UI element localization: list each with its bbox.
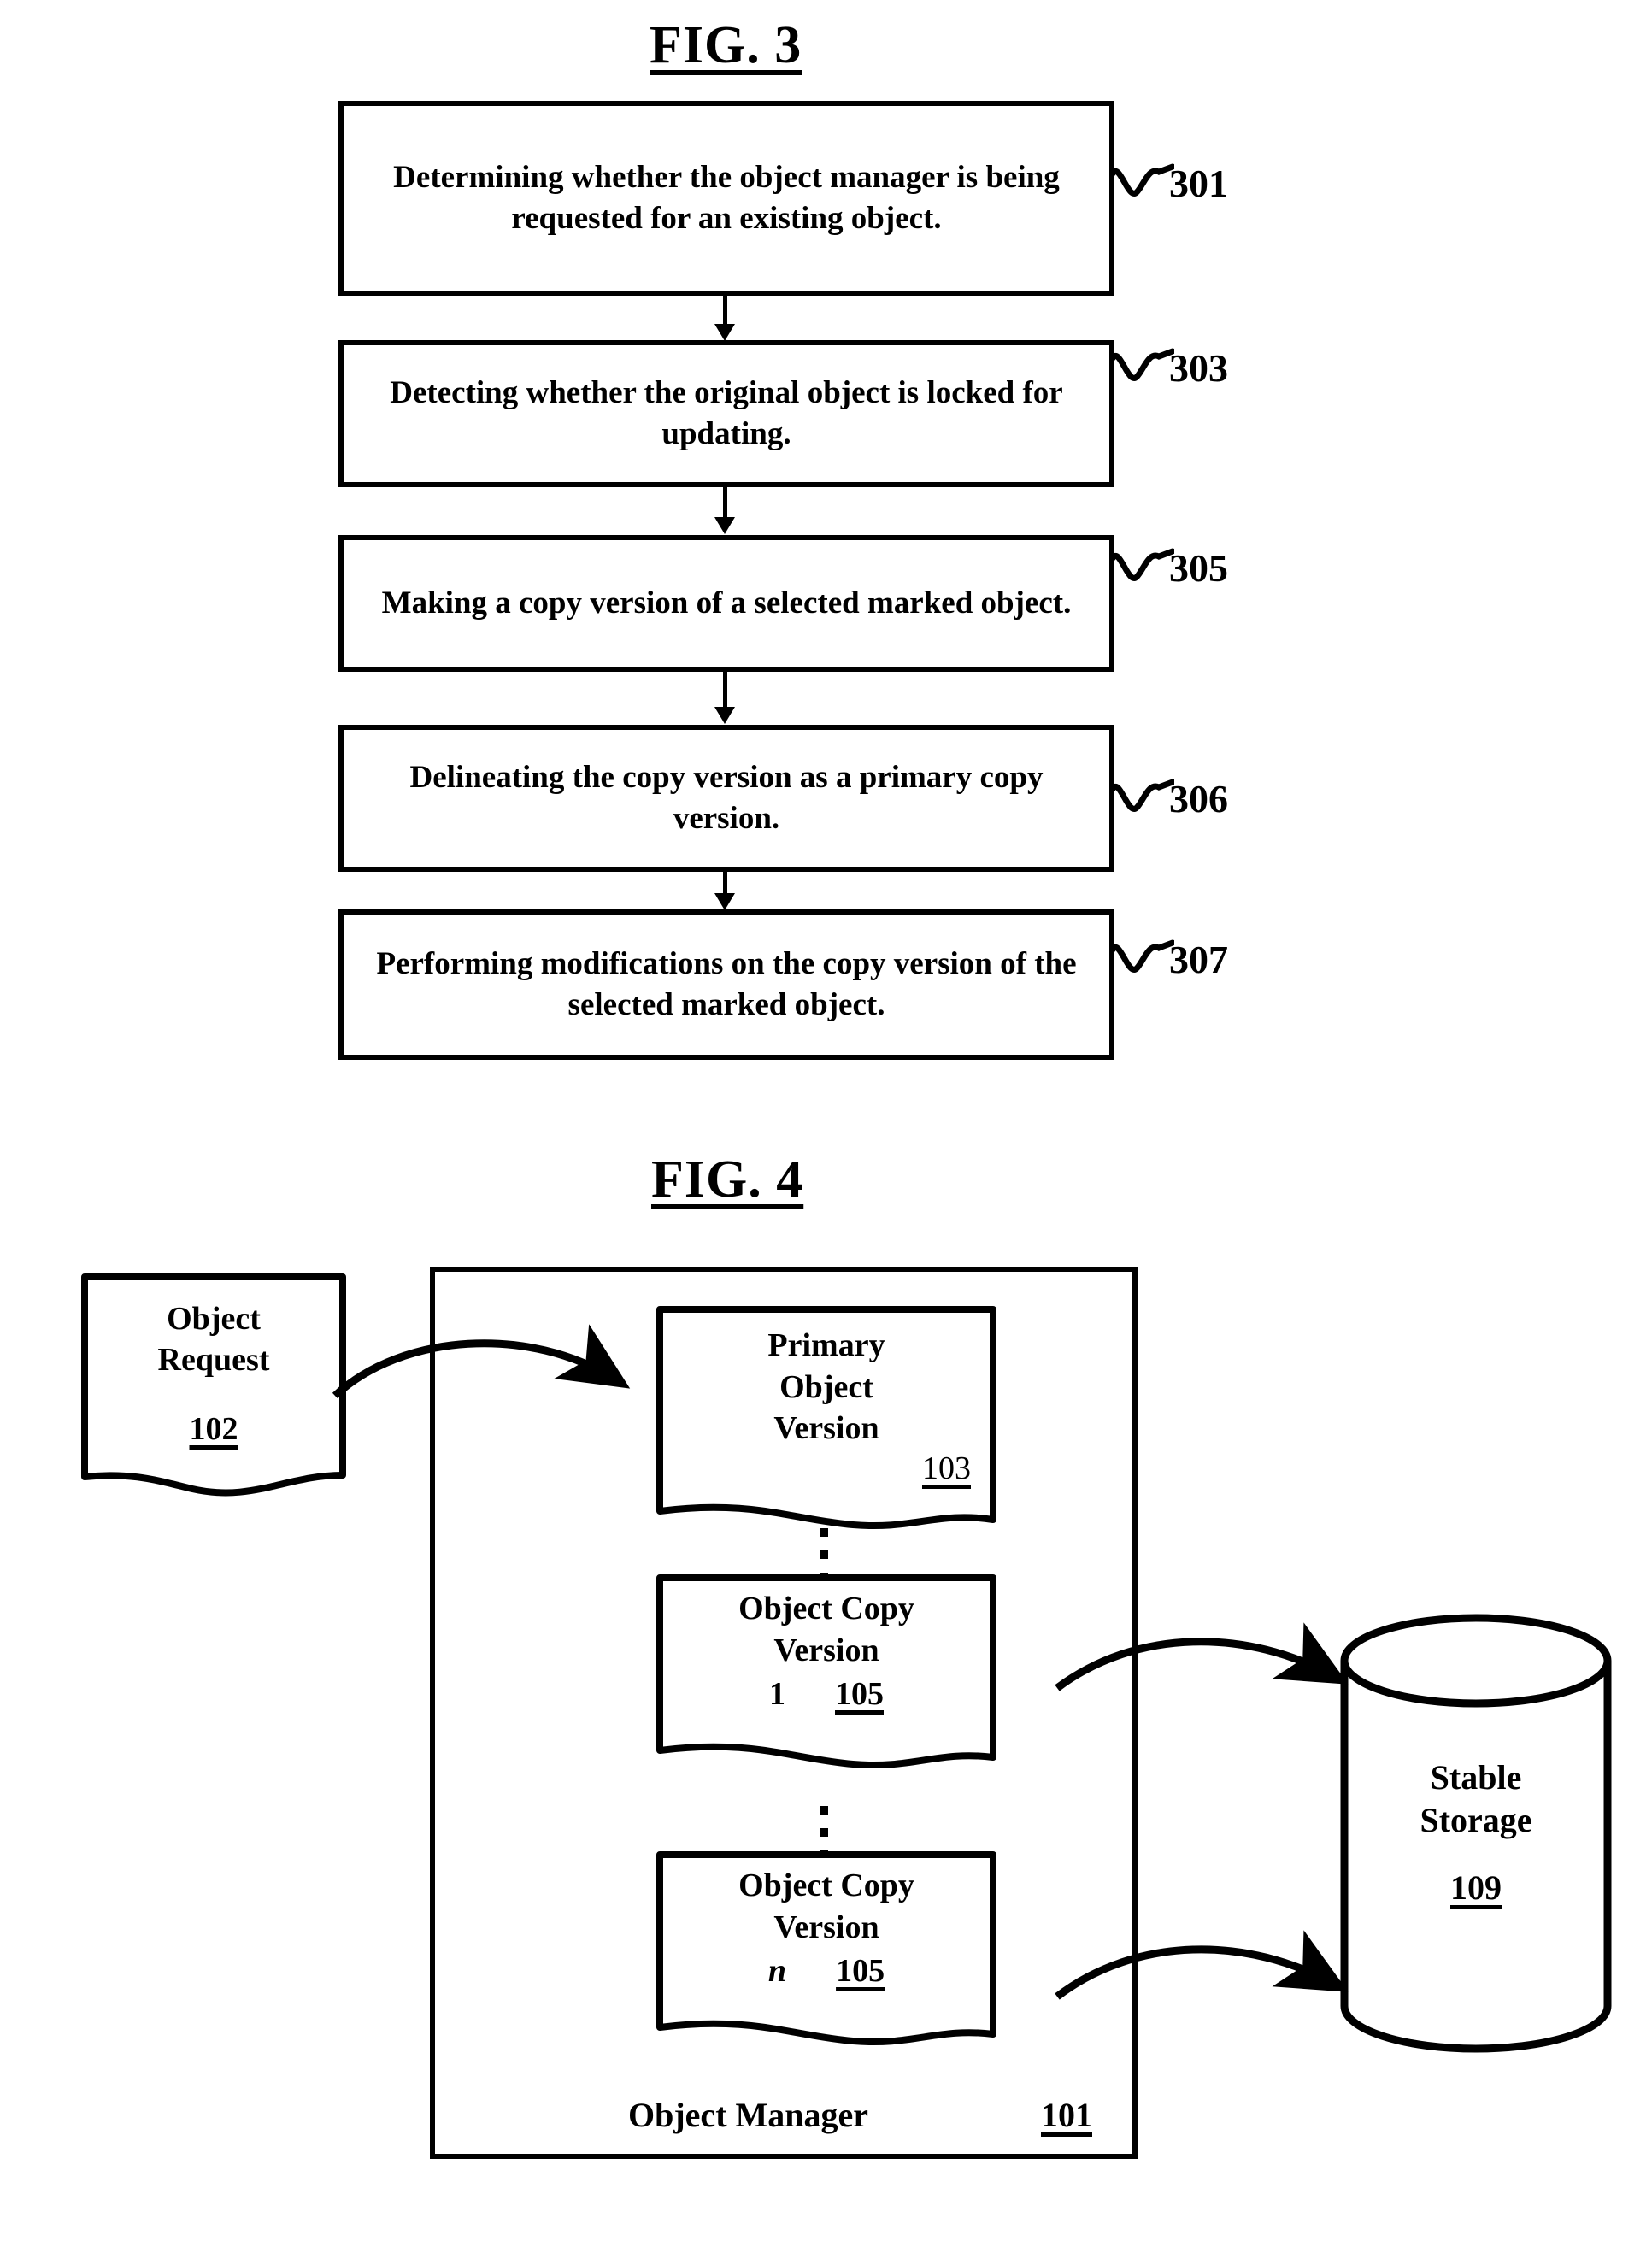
flow-step-text-301: Determining whether the object manager i… [393, 159, 1060, 236]
primary-object-version-reference-number: 103 [922, 1450, 971, 1486]
object-manager-label: Object Manager [628, 2096, 869, 2134]
primary-object-version-content: Primary Object Version [656, 1306, 996, 1450]
patent-figure-page: FIG. 3 Determining whether the object ma… [0, 0, 1652, 2247]
squiggle-leader-icon [1111, 348, 1174, 381]
reference-number-303: 303 [1169, 346, 1228, 390]
primary-object-version-line-1: Primary [767, 1327, 885, 1363]
stable-storage-cylinder: Stable Storage 109 [1337, 1611, 1614, 2056]
squiggle-leader-icon [1111, 163, 1174, 197]
stable-storage-reference-number-wrap: 109 [1337, 1868, 1614, 1908]
reference-number-306: 306 [1169, 777, 1228, 821]
figure-3-title: FIG. 3 [650, 16, 802, 74]
object-request-reference-number: 102 [189, 1411, 238, 1447]
stable-storage-reference-number: 109 [1450, 1868, 1502, 1907]
flow-step-text-307: Performing modifications on the copy ver… [376, 945, 1077, 1022]
object-copy-version-n-index-row: n 105 [656, 1952, 996, 1990]
flow-step-box-301: Determining whether the object manager i… [338, 101, 1114, 296]
dot [820, 1806, 828, 1815]
figure-4-title: FIG. 4 [651, 1150, 804, 1209]
primary-object-version-line-2: Object [779, 1368, 873, 1405]
object-request-document: Object Request 102 [81, 1273, 346, 1497]
flow-arrow-301-to-303 [714, 296, 735, 341]
reference-callout-303: 303 [1111, 345, 1228, 391]
object-copy-version-n-line-1: Object Copy [738, 1868, 914, 1903]
reference-callout-301: 301 [1111, 161, 1228, 206]
flow-step-box-306: Delineating the copy version as a primar… [338, 725, 1114, 872]
flow-arrow-305-to-306 [714, 672, 735, 724]
object-request-line-1: Object [167, 1301, 261, 1337]
object-copy-version-1-index: 1 [769, 1676, 785, 1712]
stable-storage-line-2: Storage [1420, 1801, 1532, 1839]
object-copy-version-n-reference-number: 105 [836, 1953, 885, 1989]
object-copy-version-n-index: n [767, 1953, 787, 1989]
object-copy-version-1-line-2: Version [773, 1632, 879, 1668]
reference-callout-305: 305 [1111, 545, 1228, 591]
reference-number-307: 307 [1169, 938, 1228, 981]
reference-callout-306: 306 [1111, 776, 1228, 821]
reference-number-305: 305 [1169, 546, 1228, 590]
dot [820, 1528, 828, 1537]
flow-arrow-303-to-305 [714, 487, 735, 534]
dot [820, 1550, 828, 1559]
reference-number-301: 301 [1169, 162, 1228, 205]
flow-step-box-305: Making a copy version of a selected mark… [338, 535, 1114, 672]
primary-object-version-line-3: Version [773, 1410, 879, 1447]
object-manager-reference-number: 101 [1041, 2096, 1092, 2134]
squiggle-leader-icon [1111, 548, 1174, 581]
flow-step-text-306: Delineating the copy version as a primar… [409, 759, 1044, 836]
squiggle-leader-icon [1111, 779, 1174, 812]
object-request-content: Object Request 102 [81, 1273, 346, 1450]
object-copy-version-n-content: Object Copy Version [656, 1851, 996, 1948]
flow-step-text-305: Making a copy version of a selected mark… [381, 585, 1072, 621]
flow-step-box-307: Performing modifications on the copy ver… [338, 909, 1114, 1060]
primary-object-version-document: Primary Object Version 103 [656, 1306, 996, 1535]
squiggle-leader-icon [1111, 939, 1174, 973]
object-copy-version-1-line-1: Object Copy [738, 1591, 914, 1626]
reference-callout-307: 307 [1111, 937, 1228, 982]
stable-storage-label: Stable Storage [1337, 1756, 1614, 1842]
flow-step-box-303: Detecting whether the original object is… [338, 340, 1114, 487]
object-copy-version-1-reference-number: 105 [835, 1676, 884, 1712]
dot [820, 1828, 828, 1837]
object-copy-version-n-line-2: Version [773, 1909, 879, 1945]
flow-step-text-303: Detecting whether the original object is… [390, 374, 1063, 451]
object-request-line-2: Request [157, 1341, 270, 1378]
object-copy-version-1-document: Object Copy Version 1 105 [656, 1574, 996, 1773]
object-copy-version-1-content: Object Copy Version [656, 1574, 996, 1671]
object-copy-version-n-document: Object Copy Version n 105 [656, 1851, 996, 2050]
object-copy-version-1-index-row: 1 105 [656, 1675, 996, 1713]
stable-storage-line-1: Stable [1430, 1758, 1522, 1797]
flow-arrow-306-to-307 [714, 872, 735, 910]
